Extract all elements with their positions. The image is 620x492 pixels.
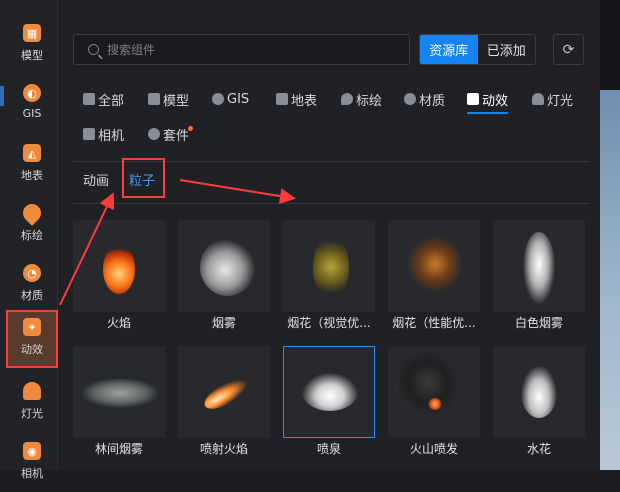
material-icon: ◔ bbox=[23, 264, 41, 282]
camera-icon: ◉ bbox=[23, 442, 41, 460]
sidebar-item-label: 材质 bbox=[21, 289, 43, 302]
terrain-icon bbox=[276, 93, 288, 105]
asset-card-white-smoke[interactable]: 白色烟雾 bbox=[493, 220, 585, 338]
subtab-animation[interactable]: 动画 bbox=[83, 170, 109, 189]
pin-icon bbox=[341, 93, 353, 105]
asset-name: 烟雾 bbox=[211, 316, 236, 330]
globe-icon: ◐ bbox=[23, 84, 41, 102]
tab-library[interactable]: 资源库 bbox=[420, 35, 478, 64]
fire-thumbnail bbox=[73, 220, 165, 312]
asset-name: 火山喷发 bbox=[409, 442, 458, 456]
sidebar-edge-marker bbox=[0, 86, 4, 106]
notification-dot bbox=[188, 126, 193, 131]
annotation-box-effect bbox=[6, 310, 58, 368]
source-toggle: 资源库 已添加 bbox=[419, 34, 536, 65]
scene-viewport-edge bbox=[600, 0, 620, 470]
category-label: 全部 bbox=[98, 93, 125, 109]
camera-icon bbox=[83, 128, 95, 140]
smoke-thumbnail bbox=[178, 220, 270, 312]
asset-name: 烟花（性能优... bbox=[392, 316, 476, 330]
material-icon bbox=[404, 93, 416, 105]
category-label: 灯光 bbox=[547, 93, 574, 109]
sidebar-item-label: 标绘 bbox=[21, 229, 43, 242]
divider bbox=[73, 203, 590, 204]
category-terrain[interactable]: 地表 bbox=[276, 88, 317, 110]
category-label: 地表 bbox=[291, 93, 318, 109]
annotation-box-particle bbox=[122, 158, 165, 198]
fountain-thumbnail bbox=[283, 346, 375, 438]
asset-name: 烟花（视觉优... bbox=[287, 316, 371, 330]
asset-card-smoke[interactable]: 烟雾 bbox=[178, 220, 270, 338]
sidebar-item-plot[interactable]: 标绘 bbox=[6, 198, 58, 254]
firework-thumbnail bbox=[388, 220, 480, 312]
category-model[interactable]: 模型 bbox=[148, 88, 189, 110]
light-icon bbox=[23, 382, 41, 400]
sidebar-item-label: 地表 bbox=[21, 169, 43, 182]
asset-name: 喷泉 bbox=[316, 442, 341, 456]
refresh-button[interactable]: ⟳ bbox=[553, 34, 584, 65]
asset-name: 喷射火焰 bbox=[199, 442, 248, 456]
category-camera[interactable]: 相机 bbox=[83, 123, 124, 145]
category-label: 套件 bbox=[163, 128, 190, 144]
sidebar-item-gis[interactable]: ◐ GIS bbox=[6, 78, 58, 134]
category-label: GIS bbox=[227, 91, 250, 107]
category-material[interactable]: 材质 bbox=[404, 88, 445, 110]
terrain-icon: ◭ bbox=[23, 144, 41, 162]
model-icon bbox=[148, 93, 160, 105]
globe-icon bbox=[212, 93, 224, 105]
category-gis[interactable]: GIS bbox=[212, 88, 249, 110]
firework-thumbnail bbox=[283, 220, 375, 312]
asset-name: 火焰 bbox=[106, 316, 131, 330]
asset-card-fire[interactable]: 火焰 bbox=[73, 220, 165, 338]
sidebar-item-light[interactable]: 灯光 bbox=[6, 376, 58, 432]
category-label: 标绘 bbox=[356, 93, 383, 109]
asset-card-fountain[interactable]: 喷泉 bbox=[283, 346, 375, 464]
search-placeholder: 搜索组件 bbox=[107, 43, 156, 57]
white-smoke-thumbnail bbox=[493, 220, 585, 312]
refresh-icon: ⟳ bbox=[562, 41, 575, 58]
category-all[interactable]: 全部 bbox=[83, 88, 124, 110]
search-input[interactable]: 搜索组件 bbox=[73, 34, 410, 65]
splash-thumbnail bbox=[493, 346, 585, 438]
asset-name: 白色烟雾 bbox=[514, 316, 563, 330]
sidebar-item-model[interactable]: ▦ 模型 bbox=[6, 18, 58, 74]
light-icon bbox=[532, 93, 544, 105]
category-suite[interactable]: 套件 bbox=[148, 123, 189, 145]
sidebar-item-label: 相机 bbox=[21, 467, 43, 480]
model-icon: ▦ bbox=[23, 24, 41, 42]
sidebar-item-label: GIS bbox=[22, 107, 42, 120]
asset-name: 水花 bbox=[526, 442, 551, 456]
category-plot[interactable]: 标绘 bbox=[341, 88, 382, 110]
search-icon bbox=[88, 44, 99, 55]
category-label: 动效 bbox=[482, 93, 509, 109]
forest-smoke-thumbnail bbox=[73, 346, 165, 438]
sidebar-item-material[interactable]: ◔ 材质 bbox=[6, 258, 58, 314]
volcano-thumbnail bbox=[388, 346, 480, 438]
grid-icon bbox=[83, 93, 95, 105]
asset-card-firework-performance[interactable]: 烟花（性能优... bbox=[388, 220, 480, 338]
sidebar-item-label: 灯光 bbox=[21, 407, 43, 420]
asset-card-forest-smoke[interactable]: 林间烟雾 bbox=[73, 346, 165, 464]
asset-name: 林间烟雾 bbox=[94, 442, 143, 456]
left-sidebar: ▦ 模型 ◐ GIS ◭ 地表 标绘 ◔ 材质 ✦ 动效 灯光 ◉ 相机 bbox=[0, 0, 58, 480]
sidebar-item-camera[interactable]: ◉ 相机 bbox=[6, 436, 58, 492]
category-label: 材质 bbox=[419, 93, 446, 109]
asset-card-volcano[interactable]: 火山喷发 bbox=[388, 346, 480, 464]
asset-card-jet-fire[interactable]: 喷射火焰 bbox=[178, 346, 270, 464]
pin-icon bbox=[19, 200, 45, 226]
category-label: 模型 bbox=[163, 93, 190, 109]
category-light[interactable]: 灯光 bbox=[532, 88, 573, 110]
effect-icon bbox=[467, 93, 479, 105]
category-effect[interactable]: 动效 bbox=[467, 88, 509, 114]
sidebar-item-terrain[interactable]: ◭ 地表 bbox=[6, 138, 58, 194]
category-label: 相机 bbox=[98, 128, 125, 144]
suite-icon bbox=[148, 128, 160, 140]
asset-card-firework-visual[interactable]: 烟花（视觉优... bbox=[283, 220, 375, 338]
asset-card-splash[interactable]: 水花 bbox=[493, 346, 585, 464]
tab-added[interactable]: 已添加 bbox=[478, 35, 536, 64]
jet-fire-thumbnail bbox=[178, 346, 270, 438]
sidebar-item-label: 模型 bbox=[21, 49, 43, 62]
